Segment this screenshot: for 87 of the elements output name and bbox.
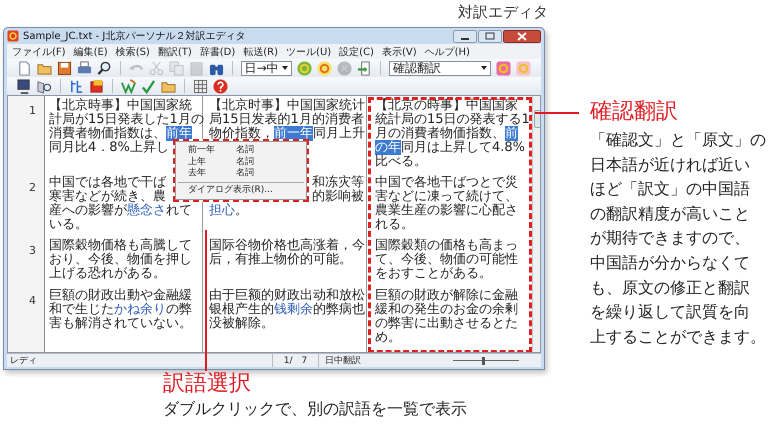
text-line: 局15日发表的1月的消费者 (209, 113, 364, 127)
line-number: 3 (29, 244, 36, 258)
menu-item[interactable]: 去年 名詞 (176, 168, 306, 180)
menu-item[interactable]: 翻訳(T) (158, 44, 192, 58)
zoom-slider[interactable] (453, 356, 519, 366)
ring-icon[interactable] (317, 60, 332, 76)
pen-icon[interactable] (121, 78, 136, 94)
text-line: 由于巨额的财政出动和放松 (209, 288, 365, 303)
text-line: 和で生じたかね余り の弊 (49, 302, 192, 317)
text-line: 同月比4．8%上昇し (49, 141, 169, 155)
maximize-icon[interactable] (478, 30, 502, 42)
text-line: 巨額の財政出動や金融緩 (49, 288, 192, 303)
line-number: 1 (29, 104, 36, 117)
text-line: 的影响被 (312, 190, 364, 204)
status-text: レディ (9, 355, 38, 367)
text-line: おり、今後、物価を押し (49, 253, 192, 268)
menu-item[interactable]: ヘルプ(H) (424, 44, 470, 58)
text-line: れる。 (375, 218, 414, 232)
text-line: 農業生産の影響に心配さ (375, 204, 518, 218)
callout-text: 「確認文」と「原文」の 日本語が近ければ近い ほど「訳文」の中国語 の翻訳精度が高いこと が期待できますので、 中国語が分からなくて も、原文の修正と翻訳 を繰り返して訳質を向 上することができます。 (590, 129, 767, 348)
window-title: Sample_JC.txt - J北京パーソナル２対訳エディタ (23, 30, 246, 43)
text-line: 担心。 (209, 204, 248, 218)
line-number: 4 (29, 294, 36, 307)
text-line: め。 (375, 330, 401, 345)
menu-item[interactable]: ツール(U) (286, 44, 332, 58)
text-line: の年同月は上昇して4.8% (375, 141, 526, 155)
text-line: 国际谷物价格也高涨着，今 (209, 239, 365, 254)
magnifier-icon[interactable] (97, 60, 112, 76)
text-line: 巨額の財政が解除に金融 (375, 288, 518, 303)
text-line: の弊害に出動させるとた (375, 316, 518, 331)
text-line: 計局が15日発表した1月の (49, 113, 204, 127)
menu-item[interactable]: 検索(S) (116, 44, 150, 58)
callout-title: 訳語選択 (163, 370, 252, 398)
app-icon (7, 30, 19, 42)
menu-item[interactable]: 編集(E) (74, 44, 108, 58)
scrollbar[interactable] (532, 96, 540, 352)
text-line: 産への影響が懸念さ れて (49, 204, 192, 218)
text-line: て、今後、物価の可能性 (375, 253, 518, 268)
callout-title: 確認翻訳 (590, 98, 679, 126)
text-line: 緩和の発生のお金の余剰 (375, 302, 518, 317)
character-icon[interactable] (69, 78, 84, 94)
ring-badge-icon[interactable] (496, 60, 512, 76)
text-line: 银根产生的钱剩余的弊病也 (209, 302, 365, 317)
menu-item[interactable]: 辞書(D) (200, 44, 236, 58)
dropdown[interactable]: 確認翻訳 (389, 60, 492, 76)
menu-item[interactable]: 転送(R) (243, 44, 278, 58)
text-line: 中国で各地干ばつとで災 (375, 176, 518, 190)
text-line: 上げる恐れがある。 (49, 267, 166, 282)
text-line: 【北京時事】中国国家統 (49, 99, 192, 113)
menu-item[interactable]: ダイアログ表示(R)... (176, 184, 306, 196)
menu-item[interactable]: 表示(V) (382, 44, 417, 58)
text-line: をおすことがある。 (375, 267, 492, 282)
menu-item[interactable]: ファイル(F) (12, 44, 66, 58)
page-counter: 1/ 7 (272, 354, 318, 367)
text-line: 没被解除。 (209, 316, 274, 331)
text-line: 中国では各地で干ば (49, 176, 166, 190)
text-line: 国際穀物価格も高騰して (49, 239, 192, 254)
text-line: 害などに凍って続けて、 (375, 190, 518, 204)
minimize-icon[interactable] (453, 30, 477, 42)
caption-label: 対訳エディタ (458, 2, 548, 23)
caret-icon (282, 66, 288, 70)
check-icon[interactable] (141, 78, 156, 94)
line-number: 2 (29, 180, 36, 194)
menu-item[interactable]: 設定(C) (339, 44, 374, 58)
text-line: 害も解消されていない。 (49, 316, 192, 331)
text-line: いる。 (49, 218, 88, 232)
dropdown[interactable]: 日→中 (240, 60, 292, 76)
text-line: 国際穀類の価格も高まっ (375, 239, 518, 254)
text-line: 【北京时事】中国国家统计 (209, 99, 365, 113)
text-line: 統計局の15日の発表する1 (375, 113, 530, 127)
mode-text: 日中翻訳 (318, 354, 425, 367)
text-line: 月の消費者物価指数、前 (375, 127, 518, 141)
menu-item[interactable]: 前一年 名詞 (176, 145, 306, 156)
callout-text: ダブルクリックで、別の訳語を一覧で表示 (163, 398, 468, 420)
text-line: 后，有推上物价的可能。 (209, 253, 352, 268)
text-line: 寒害などが続き、農 (49, 190, 166, 204)
monitor-icon[interactable] (17, 78, 32, 94)
table-icon[interactable] (193, 78, 208, 94)
close-icon[interactable] (503, 30, 541, 42)
menu-item[interactable]: 上年 名詞 (176, 156, 306, 168)
document-arrow-icon[interactable] (357, 60, 372, 76)
help-icon[interactable] (213, 78, 228, 94)
leader-line (535, 112, 579, 114)
caret-icon (481, 66, 488, 70)
text-line: 和冻灾等 (312, 176, 364, 190)
text-line: 比べる。 (375, 155, 427, 169)
printer-icon[interactable] (77, 60, 92, 76)
